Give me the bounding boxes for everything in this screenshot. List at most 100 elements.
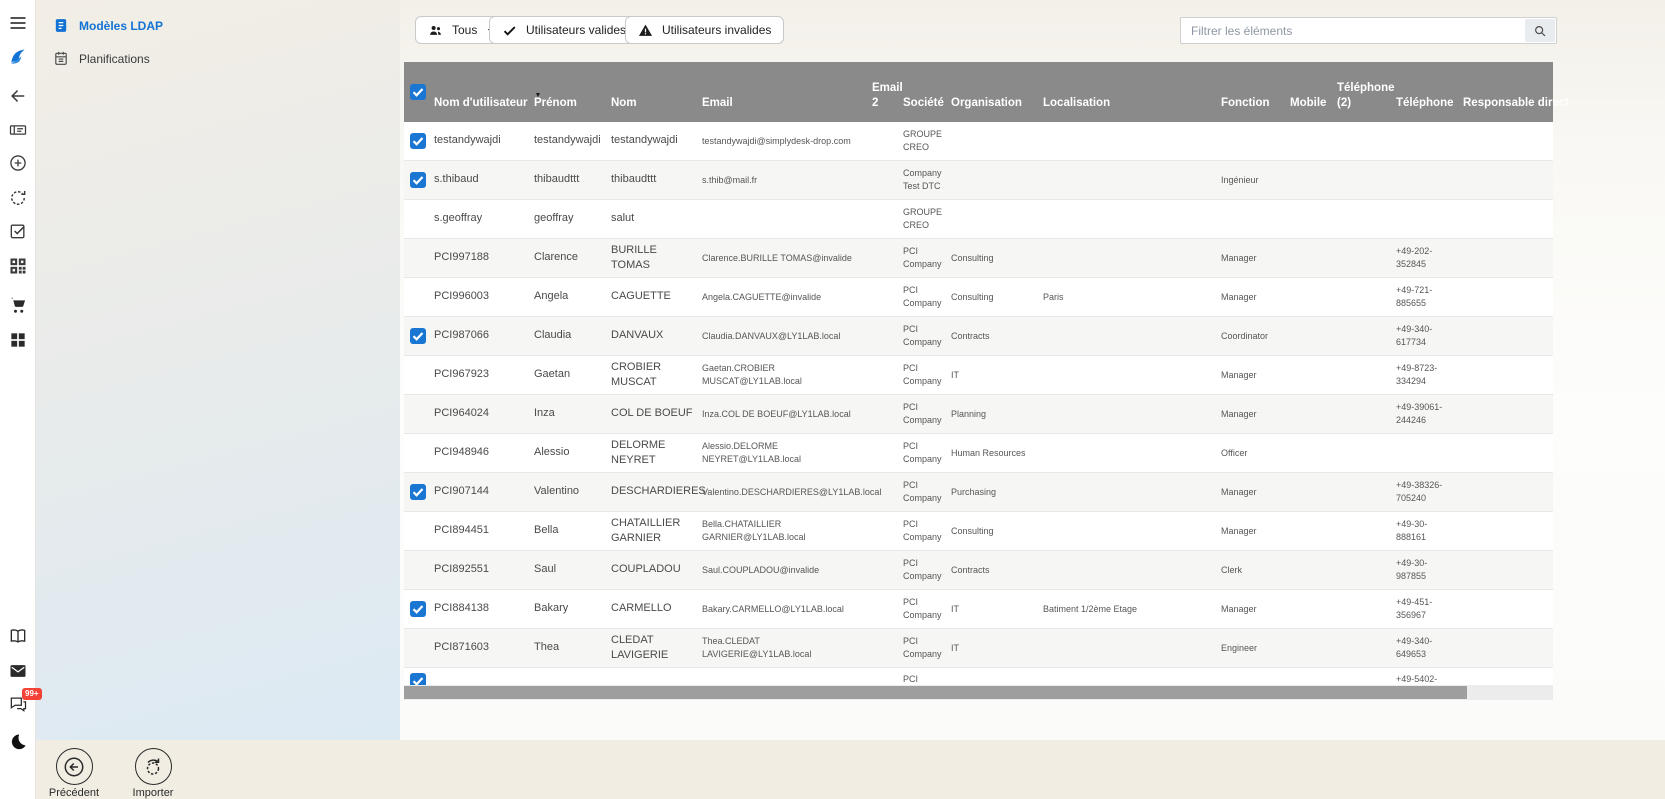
column-header-lastname[interactable]: Nom xyxy=(611,62,702,122)
cell-phone: +49-8723-334294 xyxy=(1396,356,1463,394)
invalid-users-button[interactable]: Utilisateurs invalides xyxy=(625,16,784,44)
cell-checkbox[interactable] xyxy=(404,200,434,238)
cell-phone xyxy=(1396,200,1463,238)
add-circle-icon[interactable] xyxy=(8,153,28,173)
cell-checkbox[interactable] xyxy=(404,512,434,550)
cell-checkbox[interactable] xyxy=(404,161,434,199)
select-all-checkbox[interactable] xyxy=(404,62,434,122)
nav-item-modeles-ldap[interactable]: Modèles LDAP xyxy=(36,9,400,42)
column-header-email2[interactable]: Email 2 xyxy=(872,62,903,122)
table-row[interactable]: PCI987066ClaudiaDANVAUXClaudia.DANVAUX@L… xyxy=(404,317,1553,356)
row-checkbox[interactable] xyxy=(410,133,426,149)
cell-lastname: thibaudttt xyxy=(611,161,702,199)
menu-icon[interactable] xyxy=(8,13,28,33)
row-checkbox[interactable] xyxy=(410,328,426,344)
mail-icon[interactable] xyxy=(8,661,28,681)
cell-email2 xyxy=(872,356,903,394)
cart-icon[interactable] xyxy=(8,295,28,315)
task-check-icon[interactable] xyxy=(8,221,28,241)
cell-lastname xyxy=(611,668,702,685)
table-row[interactable]: PCI907144ValentinoDESCHARDIERESValentino… xyxy=(404,473,1553,512)
cell-lastname: testandywajdi xyxy=(611,122,702,160)
search-button[interactable] xyxy=(1525,19,1555,42)
table-row[interactable]: testandywajditestandywajditestandywajdit… xyxy=(404,122,1553,161)
table-body: testandywajditestandywajditestandywajdit… xyxy=(404,122,1553,685)
users-table: Nom d'utilisateur▼PrénomNomEmailEmail 2S… xyxy=(404,62,1553,700)
cell-checkbox[interactable] xyxy=(404,590,434,628)
cell-company: PCI Company xyxy=(903,356,951,394)
back-arrow-icon[interactable] xyxy=(8,86,28,106)
cell-email: Saul.COUPLADOU@invalide xyxy=(702,551,872,589)
horizontal-scrollbar[interactable] xyxy=(404,685,1553,700)
import-button[interactable]: Importer xyxy=(125,748,181,799)
cell-checkbox[interactable] xyxy=(404,356,434,394)
invalid-users-label: Utilisateurs invalides xyxy=(662,23,771,37)
app-logo-icon[interactable] xyxy=(8,47,28,67)
cell-localisation: Paris xyxy=(1043,278,1221,316)
cell-lastname: CHATAILLIER GARNIER xyxy=(611,512,702,550)
table-row[interactable]: PCI996003AngelaCAGUETTEAngela.CAGUETTE@i… xyxy=(404,278,1553,317)
column-header-phone[interactable]: Téléphone xyxy=(1396,62,1463,122)
table-row[interactable]: PCI871603TheaCLEDAT LAVIGERIEThea.CLEDAT… xyxy=(404,629,1553,668)
cell-checkbox[interactable] xyxy=(404,239,434,277)
table-row[interactable]: PCI967923GaetanCROBIER MUSCATGaetan.CROB… xyxy=(404,356,1553,395)
row-checkbox[interactable] xyxy=(410,673,426,685)
ticket-icon[interactable] xyxy=(8,120,28,140)
column-header-phone2[interactable]: Téléphone (2) xyxy=(1337,62,1396,122)
column-header-company[interactable]: Société xyxy=(903,62,951,122)
cell-checkbox[interactable] xyxy=(404,317,434,355)
book-icon[interactable] xyxy=(8,626,28,646)
cell-checkbox[interactable] xyxy=(404,434,434,472)
cell-organisation: Contracts xyxy=(951,551,1043,589)
previous-icon xyxy=(56,748,93,785)
table-row[interactable]: PCI948946AlessioDELORME NEYRETAlessio.DE… xyxy=(404,434,1553,473)
cell-localisation xyxy=(1043,122,1221,160)
cell-checkbox[interactable] xyxy=(404,668,434,685)
table-row[interactable]: PCI894451BellaCHATAILLIER GARNIERBella.C… xyxy=(404,512,1553,551)
filter-input[interactable] xyxy=(1180,17,1557,44)
apps-grid-icon[interactable] xyxy=(8,330,28,350)
cell-email2 xyxy=(872,161,903,199)
cell-checkbox[interactable] xyxy=(404,278,434,316)
table-row[interactable]: s.geoffraygeoffraysalutGROUPE CREO xyxy=(404,200,1553,239)
table-row[interactable]: PCI Company+49-5402- xyxy=(404,668,1553,685)
cell-lastname: BURILLE TOMAS xyxy=(611,239,702,277)
table-row[interactable]: PCI997188ClarenceBURILLE TOMASClarence.B… xyxy=(404,239,1553,278)
row-checkbox[interactable] xyxy=(410,172,426,188)
qr-code-icon[interactable] xyxy=(8,256,28,276)
cell-checkbox[interactable] xyxy=(404,629,434,667)
column-header-username[interactable]: Nom d'utilisateur▼ xyxy=(434,62,534,122)
column-header-manager[interactable]: Responsable direct xyxy=(1463,62,1575,122)
nav-item-planifications[interactable]: Planifications xyxy=(36,42,400,75)
table-row[interactable]: PCI964024InzaCOL DE BOEUFInza.COL DE BOE… xyxy=(404,395,1553,434)
cell-firstname: Valentino xyxy=(534,473,611,511)
cell-fonction: Manager xyxy=(1221,590,1290,628)
sync-icon[interactable] xyxy=(8,188,28,208)
column-header-localisation[interactable]: Localisation xyxy=(1043,62,1221,122)
cell-checkbox[interactable] xyxy=(404,473,434,511)
row-checkbox[interactable] xyxy=(410,601,426,617)
cell-email2 xyxy=(872,629,903,667)
main-content: Tous Utilisateurs valides Utilisateurs i… xyxy=(400,0,1665,740)
table-header: Nom d'utilisateur▼PrénomNomEmailEmail 2S… xyxy=(404,62,1553,122)
cell-checkbox[interactable] xyxy=(404,551,434,589)
column-header-firstname[interactable]: Prénom xyxy=(534,62,611,122)
row-checkbox[interactable] xyxy=(410,484,426,500)
column-header-mobile[interactable]: Mobile xyxy=(1290,62,1337,122)
search-box xyxy=(1180,17,1557,44)
table-row[interactable]: s.thibaudthibaudtttthibaudttts.thib@mail… xyxy=(404,161,1553,200)
table-row[interactable]: PCI892551SaulCOUPLADOUSaul.COUPLADOU@inv… xyxy=(404,551,1553,590)
dark-mode-icon[interactable] xyxy=(8,732,28,752)
column-header-organisation[interactable]: Organisation xyxy=(951,62,1043,122)
table-row[interactable]: PCI884138BakaryCARMELLOBakary.CARMELLO@L… xyxy=(404,590,1553,629)
row-checkbox[interactable] xyxy=(410,84,426,100)
column-header-fonction[interactable]: Fonction xyxy=(1221,62,1290,122)
column-header-email[interactable]: Email xyxy=(702,62,872,122)
chat-icon[interactable]: 99+ xyxy=(8,694,28,714)
previous-button[interactable]: Précédent xyxy=(46,748,102,799)
cell-checkbox[interactable] xyxy=(404,122,434,160)
scrollbar-thumb[interactable] xyxy=(404,686,1467,699)
valid-users-button[interactable]: Utilisateurs valides xyxy=(489,16,639,44)
cell-checkbox[interactable] xyxy=(404,395,434,433)
cell-email: Gaetan.CROBIER MUSCAT@LY1LAB.local xyxy=(702,356,872,394)
